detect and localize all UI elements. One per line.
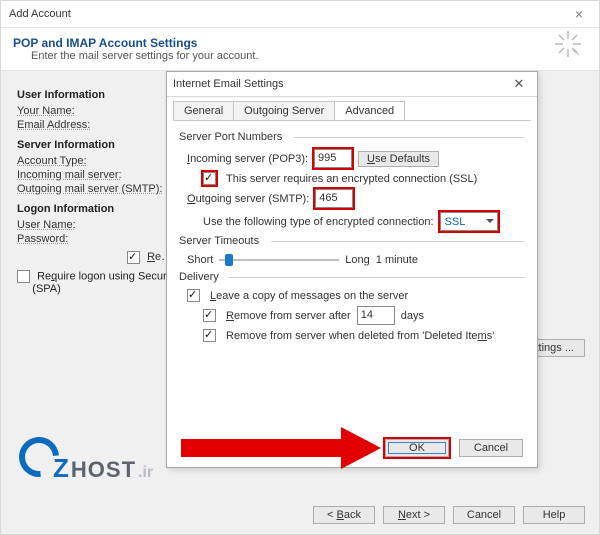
tab-advanced[interactable]: Advanced: [334, 101, 405, 120]
dialog-title: Internet Email Settings: [173, 78, 284, 90]
add-account-window: Add Account × POP and IMAP Account Setti…: [0, 0, 600, 535]
spa-checkbox[interactable]: [17, 270, 30, 283]
logo-text: HOST: [71, 457, 136, 483]
leave-copy-checkbox[interactable]: [187, 289, 200, 302]
ok-button[interactable]: OK: [385, 439, 449, 457]
label-leave-copy: Leave a copy of messages on the server: [210, 290, 408, 302]
logo-domain: .ir: [138, 464, 153, 482]
window-close-button[interactable]: ×: [559, 1, 599, 27]
wizard-footer: < Back Next > Cancel Help: [313, 506, 585, 524]
label-encryption-type: Use the following type of encrypted conn…: [203, 216, 434, 228]
ssl-required-checkbox[interactable]: [203, 172, 216, 185]
help-button[interactable]: Help: [523, 506, 585, 524]
internet-email-settings-dialog: Internet Email Settings ✕ General Outgoi…: [166, 71, 538, 468]
label-spa: Require logon using Secure (SPA): [17, 270, 173, 295]
header-subtitle: Enter the mail server settings for your …: [31, 50, 587, 62]
label-ssl-required: This server requires an encrypted connec…: [226, 173, 477, 185]
cancel-button[interactable]: Cancel: [453, 506, 515, 524]
timeout-slider[interactable]: [219, 253, 339, 267]
brand-logo: Z HOST .ir: [19, 437, 153, 484]
remove-after-checkbox[interactable]: [203, 309, 216, 322]
use-defaults-button[interactable]: Use Defaults: [358, 151, 439, 167]
window-title: Add Account: [9, 8, 71, 20]
encryption-type-select[interactable]: SSL: [440, 212, 498, 231]
titlebar: Add Account ×: [1, 1, 599, 28]
dialog-cancel-button[interactable]: Cancel: [459, 439, 523, 457]
label-incoming-port: Incoming server (POP3):: [187, 153, 308, 165]
header-title: POP and IMAP Account Settings: [13, 36, 587, 50]
label-remove-deleted: Remove from server when deleted from 'De…: [226, 330, 494, 342]
remember-password-checkbox[interactable]: [127, 251, 140, 264]
label-outgoing-port: Outgoing server (SMTP):: [187, 193, 309, 205]
next-button[interactable]: Next >: [383, 506, 445, 524]
tab-general[interactable]: General: [173, 101, 234, 120]
dialog-footer: OK Cancel: [385, 439, 523, 457]
dialog-tabs: General Outgoing Server Advanced: [173, 101, 531, 121]
header: POP and IMAP Account Settings Enter the …: [1, 28, 599, 71]
label-long: Long: [345, 254, 369, 266]
label-remove-after-b: days: [401, 310, 424, 322]
label-short: Short: [187, 254, 213, 266]
group-server-ports: Server Port Numbers: [179, 131, 525, 143]
group-server-timeouts: Server Timeouts: [179, 235, 525, 247]
back-button[interactable]: < Back: [313, 506, 375, 524]
remove-after-days-input[interactable]: 14: [357, 306, 395, 325]
dialog-titlebar: Internet Email Settings ✕: [167, 72, 537, 97]
outgoing-port-input[interactable]: 465: [315, 189, 353, 208]
remove-deleted-checkbox[interactable]: [203, 329, 216, 342]
group-delivery: Delivery: [179, 271, 525, 283]
timeout-value: 1 minute: [376, 254, 418, 266]
wizard-sparkle-icon: [555, 31, 581, 63]
tab-outgoing-server[interactable]: Outgoing Server: [233, 101, 335, 120]
label-remove-after-a: Remove from server after: [226, 310, 351, 322]
incoming-port-input[interactable]: 995: [314, 149, 352, 168]
dialog-close-button[interactable]: ✕: [501, 72, 537, 96]
